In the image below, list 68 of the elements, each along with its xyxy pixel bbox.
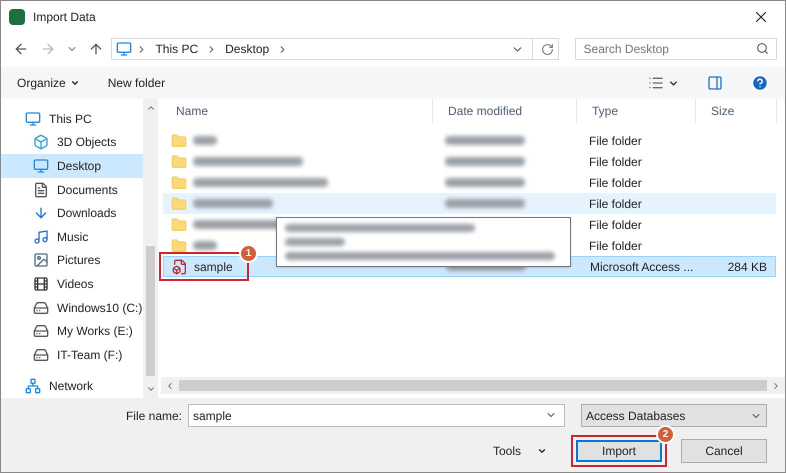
- window-title: Import Data: [33, 9, 96, 26]
- folder-icon: [171, 132, 187, 148]
- sidebar-item[interactable]: Network: [1, 374, 143, 398]
- sidebar-item[interactable]: This PC: [1, 107, 143, 131]
- callout-badge: 2: [656, 425, 675, 444]
- refresh-icon[interactable]: [540, 42, 554, 56]
- sidebar-item[interactable]: 3D Objects: [1, 130, 143, 154]
- cancel-button[interactable]: Cancel: [681, 439, 767, 463]
- file-row[interactable]: File folder: [163, 193, 776, 214]
- sidebar-item[interactable]: Downloads: [1, 201, 143, 225]
- preview-pane-icon[interactable]: [707, 75, 723, 91]
- sidebar-item[interactable]: My Works (E:): [1, 319, 143, 343]
- tools-menu-button[interactable]: Tools: [492, 442, 547, 460]
- left-arrow-icon: [12, 41, 29, 57]
- caret-icon: [70, 78, 80, 88]
- folder-icon: [171, 238, 187, 254]
- file-row[interactable]: File folder: [163, 151, 776, 172]
- horizontal-scrollbar[interactable]: [161, 377, 785, 394]
- column-header[interactable]: Date modified: [433, 99, 577, 123]
- file-type: File folder: [588, 238, 643, 254]
- file-type: Microsoft Access ...: [589, 258, 694, 276]
- sidebar-item[interactable]: Pictures: [1, 248, 143, 272]
- column-header[interactable]: Type: [577, 99, 696, 123]
- file-type: File folder: [588, 196, 643, 212]
- scrollbar-thumb[interactable]: [146, 246, 155, 376]
- file-name-label: File name:: [126, 408, 182, 424]
- sidebar-item[interactable]: Music: [1, 224, 143, 249]
- file-type: File folder: [588, 216, 643, 234]
- file-size: 284 KB: [728, 260, 767, 274]
- spreadsheet-app-icon: [9, 9, 25, 25]
- sidebar-item[interactable]: Desktop: [1, 154, 143, 178]
- search-field[interactable]: Search Desktop: [574, 38, 777, 60]
- organize-menu-button[interactable]: Organize: [17, 74, 80, 92]
- sidebar-item[interactable]: IT-Team (F:): [1, 342, 143, 367]
- folder-icon: [171, 154, 187, 170]
- sidebar-item[interactable]: Videos: [1, 272, 143, 296]
- search-icon: [756, 42, 769, 55]
- column-header[interactable]: Name: [161, 99, 433, 123]
- database-file-icon: [172, 258, 188, 274]
- caret-icon: [537, 446, 547, 456]
- new-folder-button[interactable]: New folder: [108, 74, 166, 92]
- help-icon[interactable]: [751, 74, 769, 92]
- address-bar[interactable]: This PC Desktop: [111, 38, 559, 60]
- blurred-text: [285, 238, 345, 246]
- folder-icon: [171, 174, 187, 190]
- file-row[interactable]: File folder: [163, 130, 776, 151]
- column-header[interactable]: Size: [696, 99, 777, 123]
- sidebar-item[interactable]: Windows10 (C:): [1, 296, 143, 320]
- blurred-text: [193, 241, 217, 250]
- sidebar-item[interactable]: Documents: [1, 178, 143, 202]
- callout-badge: 1: [239, 244, 258, 263]
- file-type: File folder: [588, 174, 643, 192]
- folder-icon: [171, 216, 187, 232]
- import-button[interactable]: Import: [576, 440, 662, 462]
- folder-icon: [171, 196, 187, 212]
- file-row[interactable]: File folder: [163, 172, 776, 193]
- vertical-scrollbar[interactable]: [143, 99, 158, 398]
- file-type: File folder: [588, 132, 643, 150]
- view-options-icon[interactable]: [648, 75, 664, 91]
- computer-icon: [116, 41, 132, 57]
- blurred-text: [193, 136, 217, 145]
- file-name: sample: [194, 258, 233, 276]
- breadcrumb-item[interactable]: This PC: [151, 40, 202, 58]
- file-name-field[interactable]: sample: [188, 404, 565, 427]
- scrollbar-thumb[interactable]: [179, 380, 767, 391]
- file-type: File folder: [588, 154, 643, 170]
- file-type-dropdown[interactable]: Access Databases: [581, 404, 767, 427]
- breadcrumb-item[interactable]: Desktop: [221, 40, 274, 58]
